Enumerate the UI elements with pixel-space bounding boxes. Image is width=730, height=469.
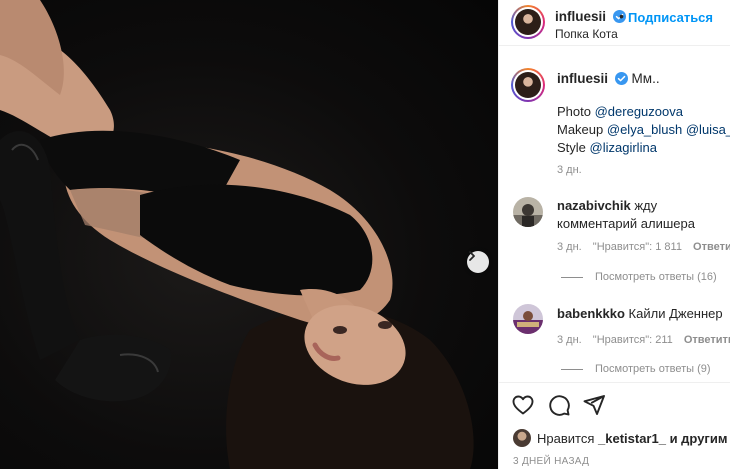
verified-badge-icon <box>614 72 628 85</box>
mention-link[interactable]: @lizagirlina <box>590 140 657 155</box>
liker-username[interactable]: _ketistar1_ <box>598 431 666 446</box>
caption-time[interactable]: 3 дн. <box>557 164 582 176</box>
paper-plane-icon[interactable] <box>582 393 606 417</box>
chevron-right-icon <box>469 251 475 261</box>
view-replies-button[interactable]: Посмотреть ответы (16) <box>561 271 717 283</box>
post-location[interactable]: Попка Кота <box>555 27 618 41</box>
follow-button[interactable]: Подписаться <box>628 10 713 25</box>
comment-likes[interactable]: "Нравится": 1 811 <box>593 241 682 253</box>
photo-illustration <box>0 0 474 469</box>
caption-text: Мм.. <box>631 71 660 86</box>
caption-author-avatar[interactable] <box>511 68 545 102</box>
caption-credits: Photo @dereguzoova Makeup @elya_blush @l… <box>557 103 730 157</box>
commenter-avatar[interactable] <box>513 304 543 334</box>
comment-text: Кайли Дженнер <box>628 306 723 321</box>
author-avatar[interactable] <box>511 5 545 39</box>
view-replies-button[interactable]: Посмотреть ответы (9) <box>561 363 711 375</box>
reply-button[interactable]: Ответить <box>684 334 730 346</box>
likes-prefix: Нравится <box>537 430 595 446</box>
credit-role: Makeup <box>557 122 604 137</box>
comment-meta: 3 дн. "Нравится": 1 811 Ответить <box>557 241 730 253</box>
credit-makeup: Makeup @elya_blush @luisa_kh <box>557 121 730 139</box>
comment-time[interactable]: 3 дн. <box>557 241 582 253</box>
next-photo-button[interactable] <box>467 251 489 273</box>
heart-icon[interactable] <box>511 393 535 417</box>
caption-username[interactable]: influesii <box>557 71 608 86</box>
author-username[interactable]: influesii <box>555 9 606 24</box>
liker-avatar[interactable] <box>513 429 531 447</box>
divider-line <box>561 276 583 278</box>
comment-likes[interactable]: "Нравится": 211 <box>593 334 673 346</box>
comment-username[interactable]: nazabivchik <box>557 198 631 213</box>
post-header: influesii • Подписаться Попка Кота <box>499 0 730 46</box>
author-username-wrap[interactable]: influesii <box>555 9 626 24</box>
comment-bubble-icon[interactable] <box>547 393 571 417</box>
credit-role: Style <box>557 140 586 155</box>
likes-summary[interactable]: Нравится _ketistar1_ и другим <box>513 429 727 447</box>
comment-username[interactable]: babenkkko <box>557 306 625 321</box>
view-replies-label: Посмотреть ответы (9) <box>595 363 711 375</box>
credit-photo: Photo @dereguzoova <box>557 103 730 121</box>
mention-link[interactable]: @dereguzoova <box>595 104 683 119</box>
credit-role: Photo <box>557 104 591 119</box>
commenter-avatar[interactable] <box>513 197 543 227</box>
post-actions: Нравится _ketistar1_ и другим 3 ДНЕЙ НАЗ… <box>499 382 730 469</box>
caption-line: influesii Мм.. <box>557 71 730 86</box>
separator-dot: • <box>619 8 624 24</box>
post-side-panel: influesii • Подписаться Попка Кота influ… <box>498 0 730 469</box>
comment-body: nazabivchik жду комментарий алишера <box>557 197 729 233</box>
divider-line <box>561 368 583 370</box>
reply-button[interactable]: Ответить <box>693 241 730 253</box>
mention-link[interactable]: @elya_blush <box>607 122 682 137</box>
comment-body: babenkkko Кайли Дженнер <box>557 305 729 323</box>
view-replies-label: Посмотреть ответы (16) <box>595 271 717 283</box>
likes-suffix[interactable]: и другим <box>670 431 728 446</box>
post-timestamp[interactable]: 3 ДНЕЙ НАЗАД <box>513 456 589 467</box>
credit-style: Style @lizagirlina <box>557 139 730 157</box>
comment-time[interactable]: 3 дн. <box>557 334 582 346</box>
mention-link[interactable]: @luisa_kh <box>686 122 730 137</box>
post-photo[interactable] <box>0 0 498 469</box>
comment-meta: 3 дн. "Нравится": 211 Ответить <box>557 334 730 346</box>
